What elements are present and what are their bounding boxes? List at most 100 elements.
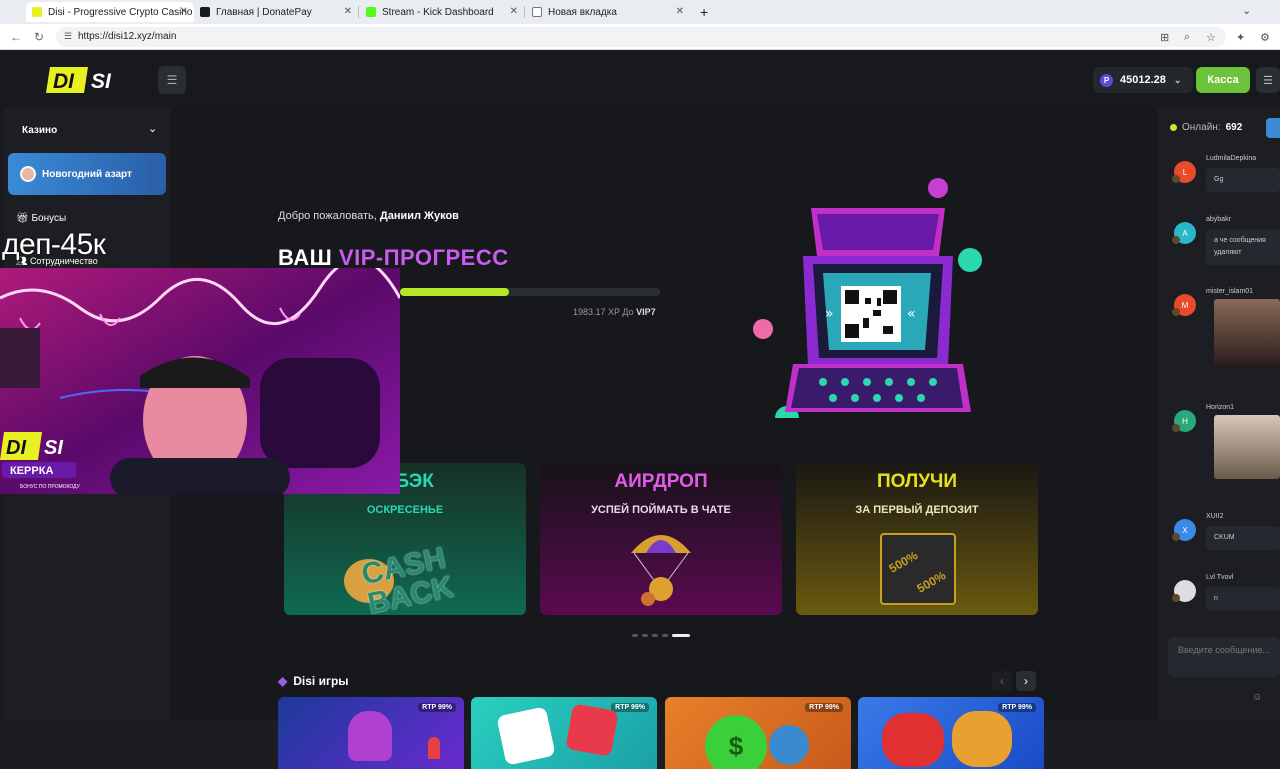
red-glove-icon (882, 713, 944, 767)
chat-settings-button[interactable] (1266, 118, 1280, 138)
carousel-dot[interactable] (662, 634, 668, 637)
chat-username[interactable]: Lvl Tvovl (1206, 574, 1234, 581)
close-tab-icon[interactable]: ✕ (180, 6, 188, 17)
close-tab-icon[interactable]: ✕ (344, 6, 352, 17)
url-field[interactable]: https://disi12.xyz/main (56, 27, 1226, 47)
profile-icon[interactable]: ⚙ (1260, 31, 1270, 44)
parachute-icon (631, 535, 691, 606)
chat-username[interactable]: LudmilaDepkina (1206, 155, 1256, 162)
chat-image[interactable] (1214, 299, 1280, 367)
chevron-down-icon: ⌄ (1173, 74, 1182, 85)
banner-first-deposit[interactable]: ПОЛУЧИ ЗА ПЕРВЫЙ ДЕПОЗИТ 500% 500% (796, 463, 1038, 615)
bookmark-star-icon[interactable]: ☆ (1206, 31, 1216, 44)
chat-message: L LudmilaDepkina Gg (1158, 155, 1280, 205)
chat-message: Lvl Tvovl n (1158, 574, 1280, 624)
disi-logo[interactable]: DI SI (46, 65, 130, 95)
zoom-icon[interactable]: ⌕ (1184, 31, 1190, 44)
sidebar-toggle-button[interactable]: ☰ (158, 66, 186, 94)
arcade-machine-illustration: » « (753, 178, 982, 418)
level-badge-icon (1172, 594, 1180, 602)
chat-message: A abybakr а че сообщения удаляют (1158, 216, 1280, 280)
browser-tab-kick[interactable]: Stream - Kick Dashboard ✕ (360, 2, 524, 22)
chat-message-input[interactable]: Введите сообщение... (1168, 637, 1280, 677)
chat-message: M mister_islam01 (1158, 288, 1280, 388)
chat-text: а че сообщения удаляют (1206, 229, 1280, 265)
browser-address-bar: ← ↻ https://disi12.xyz/main (0, 24, 1280, 50)
sidebar-promo-new-year[interactable]: Новогодний азарт (8, 153, 166, 195)
balance-selector[interactable]: P 45012.28 ⌄ (1093, 67, 1193, 93)
svg-text:SI: SI (91, 70, 112, 93)
browser-tab-donatepay[interactable]: Главная | DonatePay ✕ (194, 2, 358, 22)
browser-tab-new[interactable]: Новая вкладка ✕ (526, 2, 690, 22)
site-info-icon[interactable]: ☰ (64, 31, 72, 42)
streamer-webcam: DI SI КЕРРКА БОНУС ПО ПРОМОКОДУ (0, 268, 400, 494)
chat-text: Gg (1206, 168, 1280, 192)
carousel-dot[interactable] (632, 634, 638, 637)
extensions-icon[interactable]: ✦ (1236, 31, 1245, 44)
reload-icon[interactable]: ↻ (34, 30, 44, 44)
online-dot-icon (1170, 124, 1177, 131)
close-tab-icon[interactable]: ✕ (510, 6, 518, 17)
translate-icon[interactable]: ⊞ (1160, 31, 1169, 44)
back-icon[interactable]: ← (10, 30, 22, 44)
tab-search-icon[interactable]: ⌄ (1242, 4, 1251, 17)
new-tab-button[interactable]: + (694, 2, 714, 22)
chat-image[interactable] (1214, 415, 1280, 479)
blue-bomb-icon (769, 725, 809, 765)
white-die-icon (496, 706, 556, 766)
donatepay-favicon-icon (200, 7, 210, 17)
carousel-pagination (632, 634, 692, 638)
level-badge-icon (1172, 533, 1180, 541)
browser-tab-bar: Disi - Progressive Crypto Casino ✕ Главн… (0, 0, 1280, 24)
chat-toggle-button[interactable]: ☰ (1256, 67, 1280, 93)
xp-readout: 1983.17 XP До VIP7 (573, 307, 656, 317)
svg-text:БОНУС ПО ПРОМОКОДУ: БОНУС ПО ПРОМОКОДУ (20, 484, 81, 490)
chat-username[interactable]: XUII2 (1206, 513, 1224, 520)
rocket-icon (428, 737, 440, 759)
game-controller-icon: ◆ (278, 674, 288, 688)
games-next-button[interactable]: › (1016, 671, 1036, 691)
cat-character-icon (348, 711, 392, 761)
disi-favicon-icon (32, 7, 42, 17)
chat-message: X XUII2 CKUM (1158, 513, 1280, 563)
level-badge-icon (1172, 236, 1180, 244)
svg-text:КЕРРКА: КЕРРКА (10, 465, 53, 477)
carousel-dot[interactable] (642, 634, 648, 637)
chat-text: n (1206, 587, 1280, 611)
game-card-astronaut[interactable]: RTP 99% (278, 697, 464, 769)
chat-message: H Horizon1 (1158, 404, 1280, 494)
games-prev-button[interactable]: ‹ (992, 671, 1012, 691)
vip-progress-fill (400, 288, 510, 296)
level-badge-icon (1172, 308, 1180, 316)
user-name: Даниил Жуков (379, 210, 459, 222)
level-badge-icon (1172, 424, 1180, 432)
game-card-bomb[interactable]: RTP 99% $ (665, 697, 851, 769)
carousel-dot[interactable] (652, 634, 658, 637)
svg-text:«: « (907, 306, 916, 322)
stream-overlay-text: деп-45к (2, 228, 106, 261)
carousel-dot-active[interactable] (672, 634, 690, 637)
chat-username[interactable]: mister_islam01 (1206, 288, 1253, 295)
banner-airdrop[interactable]: АИРДРОП УСПЕЙ ПОЙМАТЬ В ЧАТЕ (540, 463, 782, 615)
game-card-dice[interactable]: RTP 99% (471, 697, 657, 769)
disi-games-heading: ◆ Disi игры (278, 674, 349, 688)
chat-username[interactable]: Horizon1 (1206, 404, 1234, 411)
gold-glove-icon (952, 711, 1012, 767)
game-card-boxing[interactable]: RTP 99% (858, 697, 1044, 769)
dollar-bomb-icon: $ (705, 715, 767, 769)
close-tab-icon[interactable]: ✕ (676, 6, 684, 17)
chat-username[interactable]: abybakr (1206, 216, 1231, 223)
sidebar-casino-label[interactable]: Казино (22, 125, 57, 136)
emoji-icon[interactable]: ☺ (1252, 692, 1262, 703)
chevron-down-icon[interactable]: ⌄ (148, 122, 157, 135)
chat-text: CKUM (1206, 526, 1280, 550)
svg-text:DI: DI (53, 70, 75, 93)
page-favicon-icon (532, 7, 542, 17)
browser-tab-disi[interactable]: Disi - Progressive Crypto Casino ✕ (26, 2, 194, 22)
santa-avatar-icon (20, 166, 36, 182)
balance-value: 45012.28 (1120, 74, 1166, 86)
svg-text:SI: SI (44, 437, 63, 459)
welcome-text: Добро пожаловать, Даниил Жуков (278, 210, 459, 222)
sidebar-item-bonuses[interactable]: 🎁︎ Бонусы (16, 213, 66, 224)
kassa-button[interactable]: Касса (1196, 67, 1250, 93)
